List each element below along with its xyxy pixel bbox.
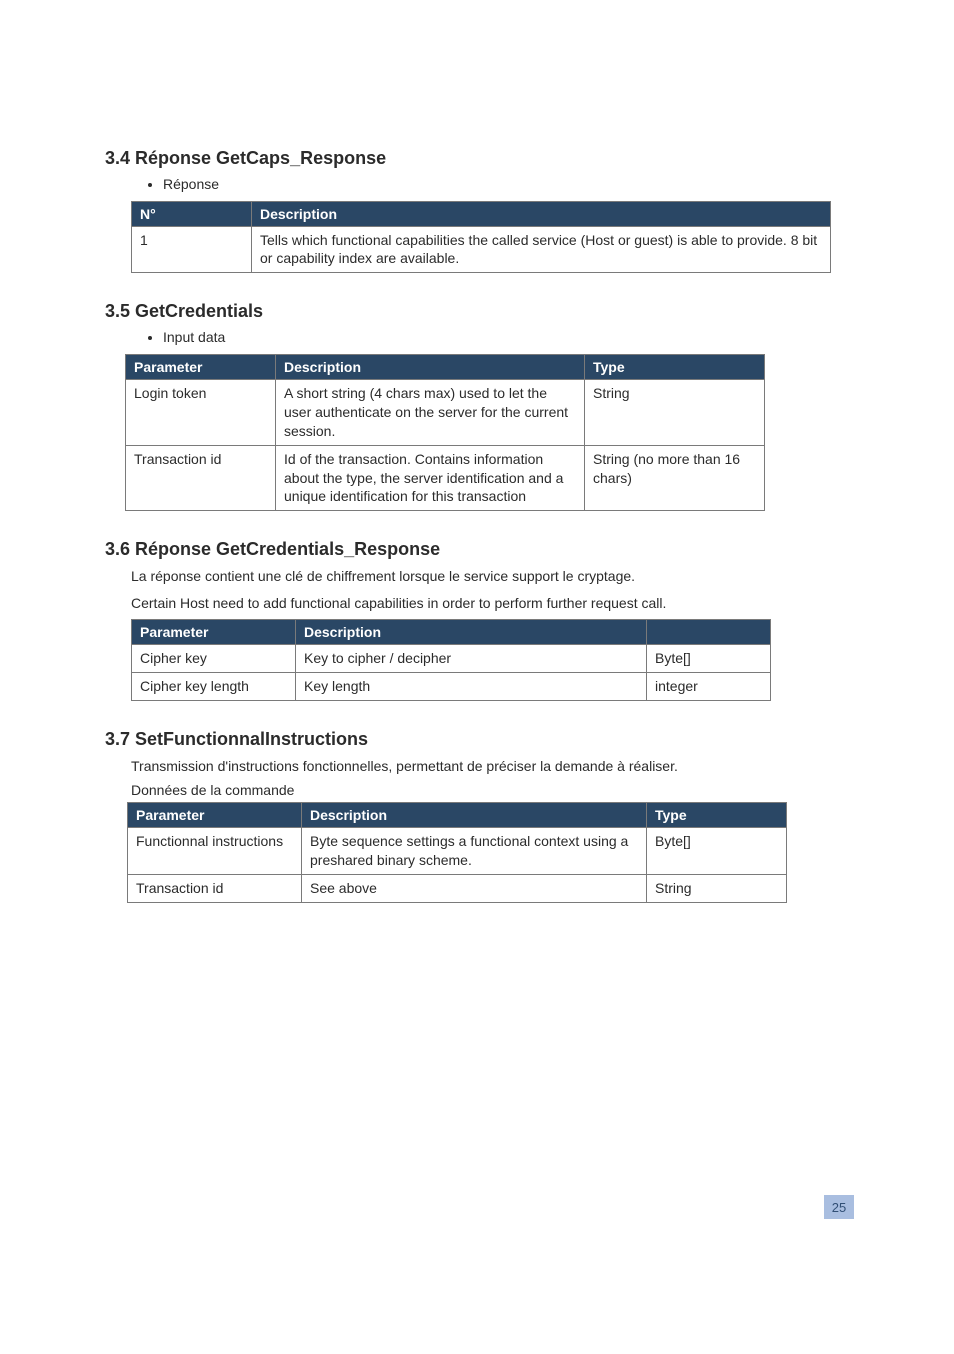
- table-row: Functionnal instructions Byte sequence s…: [128, 827, 787, 874]
- table-row: Transaction id See above String: [128, 874, 787, 902]
- table-row: Cipher key Key to cipher / decipher Byte…: [132, 644, 771, 672]
- table-header-row: Parameter Description: [132, 619, 771, 644]
- cell-type: integer: [647, 672, 771, 700]
- cell-desc: Key length: [296, 672, 647, 700]
- section-title-3: 3.6 Réponse GetCredentials_Response: [105, 539, 849, 560]
- th-param: Parameter: [132, 619, 296, 644]
- table-setfunctionalinstructions: Parameter Description Type Functionnal i…: [127, 802, 787, 903]
- section-title-1: 3.4 Réponse GetCaps_Response: [105, 148, 849, 169]
- section4-body1: Transmission d'instructions fonctionnell…: [131, 756, 839, 776]
- cell-desc: A short string (4 chars max) used to let…: [276, 379, 585, 445]
- th-desc: Description: [302, 802, 647, 827]
- th-type: [647, 619, 771, 644]
- cell-param: Login token: [126, 379, 276, 445]
- table-row: Login token A short string (4 chars max)…: [126, 379, 765, 445]
- th-type: Type: [585, 354, 765, 379]
- table-row: Cipher key length Key length integer: [132, 672, 771, 700]
- cell-desc: Id of the transaction. Contains informat…: [276, 445, 585, 511]
- section3-body2: Certain Host need to add functional capa…: [131, 593, 839, 613]
- section2-intro: Input data: [163, 328, 849, 348]
- table-header-row: N° Description: [132, 201, 831, 226]
- table-getcaps-response: N° Description 1 Tells which functional …: [131, 201, 831, 274]
- table-header-row: Parameter Description Type: [126, 354, 765, 379]
- cell-num: 1: [132, 226, 252, 273]
- section4-caption: Données de la commande: [131, 782, 849, 798]
- cell-type: Byte[]: [647, 644, 771, 672]
- cell-type: String: [585, 379, 765, 445]
- cell-param: Transaction id: [126, 445, 276, 511]
- th-param: Parameter: [128, 802, 302, 827]
- cell-desc: Byte sequence settings a functional cont…: [302, 827, 647, 874]
- cell-desc: Tells which functional capabilities the …: [252, 226, 831, 273]
- cell-param: Cipher key length: [132, 672, 296, 700]
- cell-type: String (no more than 16 chars): [585, 445, 765, 511]
- cell-param: Transaction id: [128, 874, 302, 902]
- section-title-2: 3.5 GetCredentials: [105, 301, 849, 322]
- th-desc: Description: [252, 201, 831, 226]
- section-title-4: 3.7 SetFunctionnalInstructions: [105, 729, 849, 750]
- th-num: N°: [132, 201, 252, 226]
- table-header-row: Parameter Description Type: [128, 802, 787, 827]
- cell-type: Byte[]: [647, 827, 787, 874]
- section1-intro: Réponse: [163, 175, 849, 195]
- table-getcredentials-response: Parameter Description Cipher key Key to …: [131, 619, 771, 701]
- table-row: Transaction id Id of the transaction. Co…: [126, 445, 765, 511]
- th-param: Parameter: [126, 354, 276, 379]
- table-row: 1 Tells which functional capabilities th…: [132, 226, 831, 273]
- cell-desc: See above: [302, 874, 647, 902]
- section3-body1: La réponse contient une clé de chiffreme…: [131, 566, 839, 586]
- cell-type: String: [647, 874, 787, 902]
- cell-param: Functionnal instructions: [128, 827, 302, 874]
- table-getcredentials: Parameter Description Type Login token A…: [125, 354, 765, 511]
- cell-param: Cipher key: [132, 644, 296, 672]
- cell-desc: Key to cipher / decipher: [296, 644, 647, 672]
- th-type: Type: [647, 802, 787, 827]
- th-desc: Description: [296, 619, 647, 644]
- page-number: 25: [824, 1195, 854, 1219]
- th-desc: Description: [276, 354, 585, 379]
